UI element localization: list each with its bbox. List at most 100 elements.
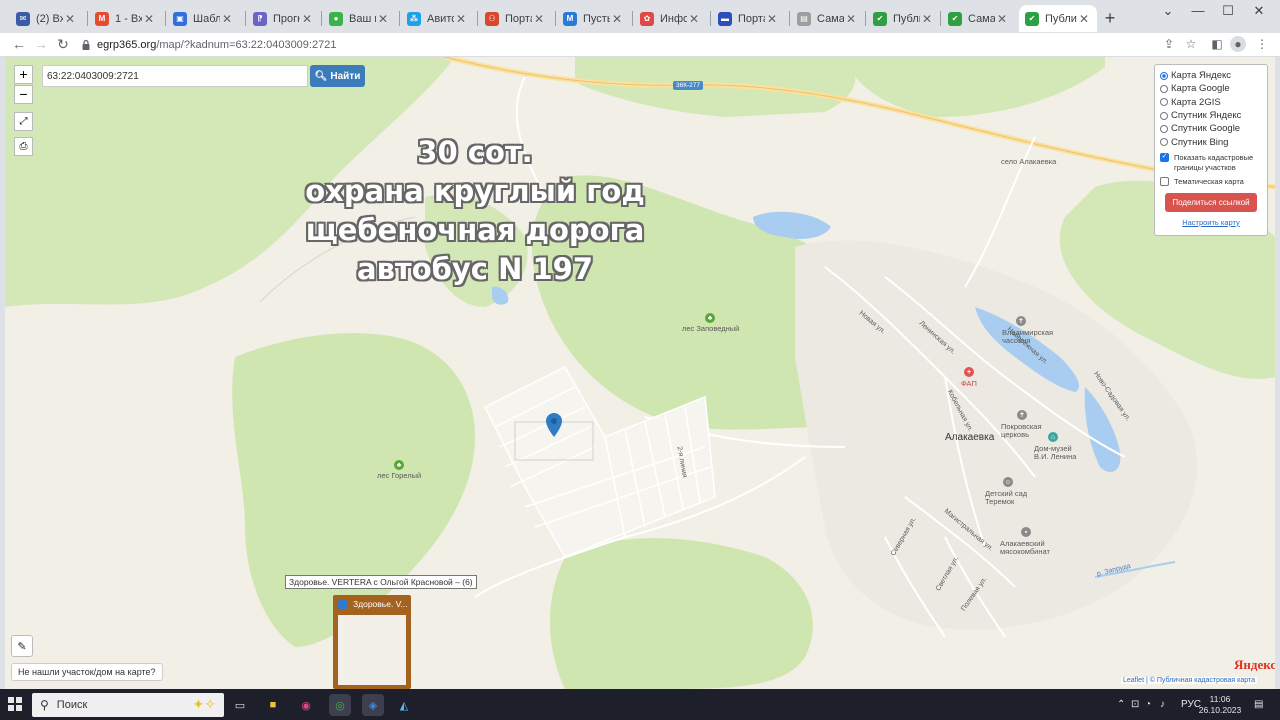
maximize-icon[interactable]: ☐ <box>1218 3 1238 19</box>
taskbar-search-box[interactable]: ⚲ Поиск ✦✧ <box>32 693 224 717</box>
thematic-map-toggle[interactable]: Тематическая карта <box>1160 176 1262 187</box>
layer-option[interactable]: Спутник Google <box>1160 122 1262 135</box>
side-panel-icon[interactable]: ◧ <box>1209 36 1225 52</box>
profile-avatar-icon[interactable]: ● <box>1230 36 1246 52</box>
radio-button[interactable] <box>1160 138 1168 147</box>
close-window-icon[interactable]: ✕ <box>1249 3 1269 19</box>
browser-tab[interactable]: ✔ Самарск✕ <box>942 5 1015 32</box>
forward-icon[interactable]: → <box>32 35 50 53</box>
zoom-in-button[interactable]: + <box>14 65 33 84</box>
layer-option-label: Карта Яндекс <box>1171 70 1232 82</box>
browser-tab[interactable]: M 1 - Входя✕ <box>89 5 162 32</box>
layer-option[interactable]: Карта Google <box>1160 82 1262 95</box>
search-button[interactable]: 🔍︎ Найти <box>310 65 365 87</box>
layer-option[interactable]: Карта Яндекс <box>1160 69 1262 82</box>
browser-tab[interactable]: ▬ Портал г✕ <box>712 5 785 32</box>
overlay-line: 30 сот. <box>417 135 533 169</box>
listing-overlay-text: 30 сот. охрана круглый год щебеночная доро… <box>270 133 680 289</box>
radio-button[interactable] <box>1160 98 1168 107</box>
tab-close-icon[interactable]: ✕ <box>220 12 234 26</box>
fullscreen-icon[interactable]: ⤢ <box>14 112 33 131</box>
tab-close-icon[interactable]: ✕ <box>610 12 624 26</box>
boundaries-toggle[interactable]: ✓ Показать кадастровые границы участков <box>1160 152 1262 173</box>
menu-kebab-icon[interactable]: ⋮ <box>1254 36 1270 52</box>
network-icon[interactable]: ⊡ <box>1131 689 1139 720</box>
address-bar[interactable]: egrp365.org/map/?kadnum=63:22:0403009:27… <box>80 35 1210 55</box>
browser-tab[interactable]: ⚇ Портал б✕ <box>479 5 552 32</box>
radio-button[interactable] <box>1160 111 1168 120</box>
file-explorer-icon[interactable]: ■ <box>262 694 284 716</box>
bookmark-star-icon[interactable]: ☆ <box>1183 36 1199 52</box>
tab-favicon-icon: ⚇ <box>485 11 499 26</box>
reload-icon[interactable]: ↻ <box>54 35 72 53</box>
site-info-icon[interactable] <box>80 39 92 51</box>
notifications-icon[interactable]: ▤ <box>1254 689 1263 720</box>
zoom-out-button[interactable]: − <box>14 85 33 104</box>
tab-close-icon[interactable]: ✕ <box>532 12 546 26</box>
map-view[interactable]: 36К-277 село Алакаевка Алакаевка ♣ лес З… <box>5 57 1275 689</box>
checkbox-checked[interactable]: ✓ <box>1160 152 1169 162</box>
windows-start-icon[interactable] <box>8 697 22 711</box>
town-label: Алакаевка <box>945 432 995 443</box>
tab-separator <box>865 11 866 26</box>
browser-tab[interactable]: ✔ Публичн✕ <box>1019 5 1097 32</box>
browser-tab[interactable]: M Пустые с✕ <box>557 5 630 32</box>
task-view-icon[interactable]: ▭ <box>229 694 251 716</box>
browser-tab[interactable]: ● Ваш кон✕ <box>323 5 396 32</box>
radio-button[interactable] <box>1160 71 1168 80</box>
tab-close-icon[interactable]: ✕ <box>376 12 390 26</box>
new-tab-button[interactable]: + <box>1101 9 1119 27</box>
browser-tab[interactable]: ⁋ Прогноз✕ <box>247 5 320 32</box>
wifi-icon[interactable]: ◔ <box>1145 689 1151 720</box>
print-icon[interactable]: ⎙ <box>14 137 33 156</box>
tab-separator <box>477 11 478 26</box>
tray-chevron-icon[interactable]: ⌃ <box>1117 689 1125 720</box>
radio-button[interactable] <box>1160 124 1168 133</box>
configure-map-link[interactable]: Настроить карту <box>1160 218 1262 227</box>
tab-close-icon[interactable]: ✕ <box>1077 12 1091 26</box>
tab-close-icon[interactable]: ✕ <box>844 12 858 26</box>
share-page-icon[interactable]: ⇪ <box>1161 36 1177 52</box>
tab-close-icon[interactable]: ✕ <box>142 12 156 26</box>
browser-tab[interactable]: ⁂ Авито: н✕ <box>401 5 474 32</box>
browser-tab[interactable]: ✉ (2) Входя✕ <box>10 5 83 32</box>
tab-close-icon[interactable]: ✕ <box>765 12 779 26</box>
layer-option-label: Спутник Яндекс <box>1171 110 1242 122</box>
tab-close-icon[interactable]: ✕ <box>920 12 934 26</box>
browser-tab[interactable]: ▤ Самарск✕ <box>791 5 864 32</box>
window-preview-thumbnail[interactable]: Здоровье. V... <box>333 595 411 689</box>
browser-tab[interactable]: ✿ Информ✕ <box>634 5 707 32</box>
tab-favicon-icon: ✿ <box>640 11 654 26</box>
tab-close-icon[interactable]: ✕ <box>687 12 701 26</box>
checkbox[interactable] <box>1160 176 1169 186</box>
radio-button[interactable] <box>1160 84 1168 93</box>
tab-close-icon[interactable]: ✕ <box>454 12 468 26</box>
edit-pencil-icon[interactable]: ✎ <box>11 635 33 657</box>
chrome-icon[interactable]: ◎ <box>329 694 351 716</box>
layer-option[interactable]: Карта 2GIS <box>1160 96 1262 109</box>
tab-close-icon[interactable]: ✕ <box>63 12 77 26</box>
tab-search-icon[interactable]: ⌄ <box>1158 3 1178 19</box>
system-clock[interactable]: 11:06 26.10.2023 <box>1198 694 1242 716</box>
cadastral-map-link[interactable]: Публичная кадастровая карта <box>1157 677 1255 684</box>
tab-close-icon[interactable]: ✕ <box>995 12 1009 26</box>
volume-icon[interactable]: ♪ <box>1160 689 1165 720</box>
location-marker-icon[interactable] <box>546 413 562 437</box>
browser-tab[interactable]: ▣ Шаблон✕ <box>167 5 240 32</box>
chat-app-icon[interactable]: ◈ <box>362 694 384 716</box>
cadastral-search-input[interactable] <box>42 65 308 87</box>
share-link-button[interactable]: Поделиться ссылкой <box>1165 192 1257 212</box>
leaflet-link[interactable]: Leaflet <box>1123 677 1144 684</box>
back-icon[interactable]: ← <box>10 35 28 53</box>
minimize-icon[interactable]: — <box>1188 3 1208 18</box>
overlay-line: автобус N 197 <box>357 252 593 286</box>
tab-close-icon[interactable]: ✕ <box>300 12 314 26</box>
not-found-button[interactable]: Не нашли участок/дом на карте? <box>11 663 163 681</box>
vivaldi-icon[interactable]: ◉ <box>295 694 317 716</box>
tab-title: Прогноз <box>273 12 300 25</box>
app-icon[interactable]: ◭ <box>393 694 415 716</box>
layer-option[interactable]: Спутник Яндекс <box>1160 109 1262 122</box>
map-attribution: Leaflet | © Публичная кадастровая карта <box>1121 677 1258 684</box>
layer-option[interactable]: Спутник Bing <box>1160 135 1262 148</box>
browser-tab[interactable]: ✔ Публичн✕ <box>867 5 940 32</box>
